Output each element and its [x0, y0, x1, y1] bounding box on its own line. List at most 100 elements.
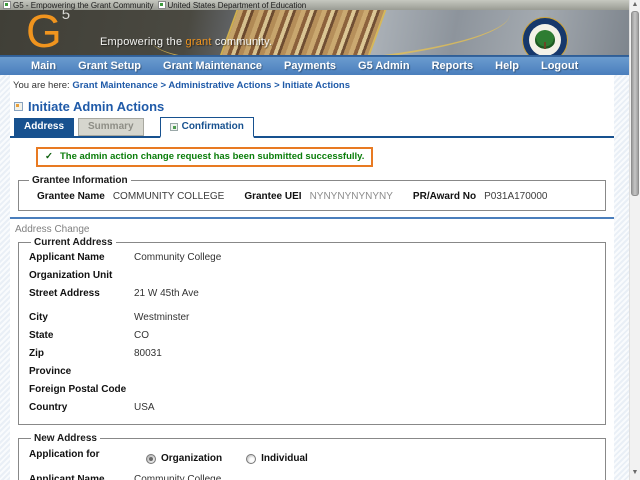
- field-label: Street Address: [29, 288, 100, 299]
- tab-address[interactable]: Address: [14, 118, 75, 136]
- field-label: Applicant Name: [29, 252, 105, 263]
- nav-main[interactable]: Main: [20, 60, 67, 72]
- check-icon: ✓: [45, 151, 53, 162]
- field-row-organization-unit: Organization Unit: [29, 270, 595, 281]
- radio-individual-label: Individual: [261, 453, 308, 464]
- field-label: Applicant Name: [29, 474, 105, 480]
- nav-grant-setup[interactable]: Grant Setup: [67, 60, 152, 72]
- field-label: State: [29, 330, 54, 341]
- g5-logo: G5: [26, 10, 71, 56]
- grantee-information-legend: Grantee Information: [32, 175, 128, 186]
- radio-organization[interactable]: Organization: [146, 453, 222, 464]
- radio-organization-label: Organization: [161, 453, 223, 464]
- grantee-information-fieldset: Grantee Information Grantee Name COMMUNI…: [18, 175, 606, 211]
- field-value: Community College: [134, 474, 222, 480]
- new-address-legend: New Address: [34, 433, 97, 444]
- tab-bar: Address Summary Confirmation: [10, 117, 614, 138]
- field-label: City: [29, 312, 48, 323]
- g5-logo-5: 5: [61, 10, 71, 23]
- nav-grant-maintenance[interactable]: Grant Maintenance: [152, 60, 273, 72]
- grantee-name-value: COMMUNITY COLLEGE: [112, 191, 225, 202]
- title-item-g5: G5 - Empowering the Grant Community: [3, 1, 154, 10]
- scroll-up-arrow-icon[interactable]: ▲: [630, 0, 640, 10]
- seal-inner-ring: [529, 24, 561, 55]
- field-row-new-applicant-name: Applicant Name Community College: [29, 474, 595, 480]
- tab-confirmation[interactable]: Confirmation: [159, 117, 254, 138]
- field-row-country: Country USA: [29, 402, 595, 413]
- field-value: CO: [134, 330, 149, 341]
- tagline-post: community.: [211, 36, 273, 48]
- department-of-education-seal-icon: [522, 17, 568, 55]
- field-value: USA: [134, 402, 155, 413]
- radio-individual-button[interactable]: [246, 453, 257, 464]
- window-title-ed: United States Department of Education: [167, 0, 307, 10]
- radio-dot: [149, 456, 153, 461]
- success-message-wrap: ✓ The admin action change request has bee…: [36, 146, 614, 167]
- field-label: Foreign Postal Code: [29, 384, 127, 395]
- confirmation-tab-icon: [169, 122, 178, 131]
- grantee-uei-value: NYNYNYNYNYNY: [309, 191, 393, 202]
- vertical-scrollbar[interactable]: ▲ ▼: [629, 0, 640, 480]
- nav-reports[interactable]: Reports: [421, 60, 485, 72]
- field-label: Province: [29, 366, 72, 377]
- current-address-fieldset: Current Address Applicant Name Community…: [18, 237, 606, 425]
- main-navigation: Main Grant Setup Grant Maintenance Payme…: [0, 56, 629, 75]
- grantee-name-label: Grantee Name: [37, 191, 105, 202]
- browser-title-strip: G5 - Empowering the Grant Community Unit…: [0, 0, 629, 10]
- address-change-label: Address Change: [15, 224, 90, 235]
- breadcrumb-prefix: You are here:: [13, 80, 70, 91]
- scroll-down-arrow-icon[interactable]: ▼: [630, 468, 640, 478]
- tab-summary[interactable]: Summary: [78, 118, 144, 136]
- ed-favicon-icon: [157, 1, 166, 9]
- radio-organization-button[interactable]: [146, 453, 156, 464]
- seal-tree-icon: [535, 30, 555, 50]
- nav-logout[interactable]: Logout: [530, 60, 589, 72]
- content-panel: You are here: Grant Maintenance > Admini…: [10, 75, 614, 480]
- pr-award-no-value: P031A170000: [484, 191, 548, 202]
- page-title: Initiate Admin Actions: [28, 99, 165, 114]
- field-row-street-address: Street Address 21 W 45th Ave: [29, 288, 595, 299]
- page-title-row: Initiate Admin Actions: [14, 99, 614, 114]
- field-row-state: State CO: [29, 330, 595, 341]
- field-value: Westminster: [134, 312, 190, 323]
- radio-individual[interactable]: Individual: [246, 453, 308, 464]
- tab-confirmation-label: Confirmation: [181, 121, 244, 132]
- grantee-info-row: Grantee Name COMMUNITY COLLEGE Grantee U…: [27, 188, 597, 202]
- field-label: Zip: [29, 348, 44, 359]
- field-row-foreign-postal-code: Foreign Postal Code: [29, 384, 595, 395]
- title-item-ed: United States Department of Education: [157, 0, 307, 10]
- nav-help[interactable]: Help: [484, 60, 530, 72]
- new-address-fieldset: New Address Application for Organization…: [18, 433, 606, 480]
- tagline-pre: Empowering the: [100, 36, 186, 48]
- grantee-uei-label: Grantee UEI: [244, 191, 302, 202]
- nav-g5-admin[interactable]: G5 Admin: [347, 60, 421, 72]
- gold-swoosh: [147, 10, 513, 55]
- field-value: 80031: [134, 348, 162, 359]
- pr-award-no-label: PR/Award No: [412, 191, 477, 202]
- application-for-label: Application for: [29, 449, 100, 460]
- tagline-accent: grant: [185, 36, 212, 48]
- breadcrumb: You are here: Grant Maintenance > Admini…: [10, 75, 614, 91]
- application-for-radio-group: Organization Individual: [146, 453, 308, 464]
- banner-tagline: Empowering the grant community.: [100, 36, 272, 48]
- field-label: Organization Unit: [29, 270, 113, 281]
- field-row-application-for: Application for Organization Individual: [29, 448, 595, 464]
- g5-logo-g: G: [26, 10, 62, 56]
- header-banner: G5 Empowering the grant community.: [0, 10, 629, 56]
- success-message: ✓ The admin action change request has bee…: [36, 147, 374, 167]
- field-label: Country: [29, 402, 68, 413]
- window-icon: [14, 102, 23, 111]
- field-value: 21 W 45th Ave: [134, 288, 199, 299]
- field-row-applicant-name: Applicant Name Community College: [29, 252, 595, 263]
- field-value: Community College: [134, 252, 222, 263]
- current-address-legend: Current Address: [34, 237, 113, 248]
- window-title-g5: G5 - Empowering the Grant Community: [13, 0, 154, 10]
- field-row-province: Province: [29, 366, 595, 377]
- section-divider: [10, 217, 614, 219]
- field-row-city: City Westminster: [29, 312, 595, 323]
- g5-favicon-icon: [3, 1, 11, 9]
- scrollbar-thumb[interactable]: [631, 11, 639, 196]
- nav-payments[interactable]: Payments: [273, 60, 347, 72]
- breadcrumb-path[interactable]: Grant Maintenance > Administrative Actio…: [72, 80, 350, 91]
- success-text: The admin action change request has been…: [59, 151, 365, 162]
